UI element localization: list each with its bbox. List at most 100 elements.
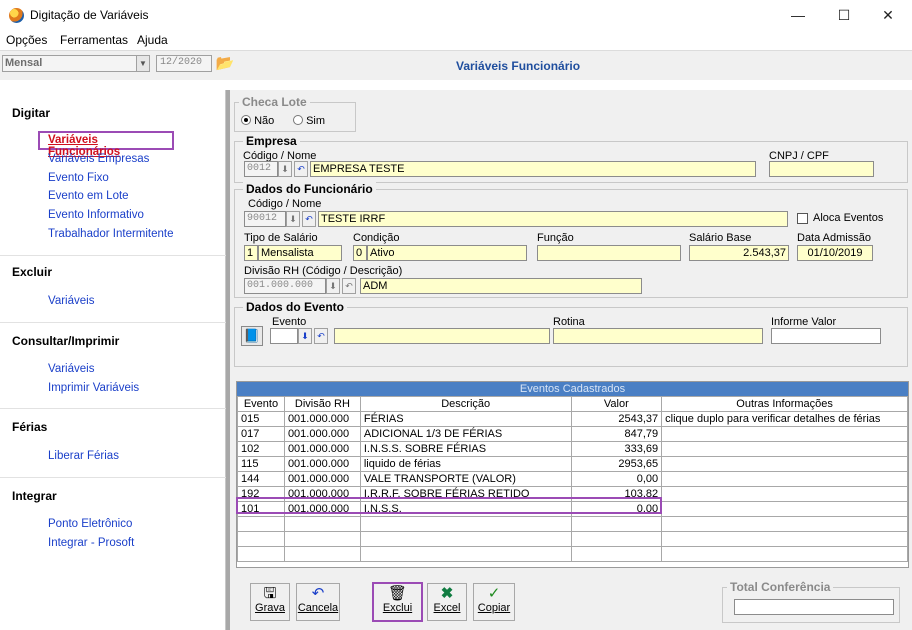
cell-valor: 333,69 bbox=[570, 441, 663, 457]
funcionario-codigo-input[interactable]: 90012 bbox=[244, 211, 286, 227]
radio-sim-indicator[interactable] bbox=[293, 115, 303, 125]
undo-icon[interactable]: ↶ bbox=[314, 328, 328, 344]
competencia-input[interactable]: 12/2020 bbox=[156, 55, 212, 72]
cell-divisao: 001.000.000 bbox=[283, 426, 361, 442]
grava-button[interactable]: 🖫 Grava bbox=[250, 583, 290, 621]
page-title: Variáveis Funcionário bbox=[456, 59, 581, 73]
menu-ferramentas[interactable]: Ferramentas bbox=[60, 33, 128, 47]
evento-input[interactable] bbox=[270, 328, 298, 344]
rotina-input[interactable] bbox=[553, 328, 763, 344]
data-admissao-input[interactable]: 01/10/2019 bbox=[797, 245, 873, 261]
table-row-empty[interactable] bbox=[237, 516, 908, 532]
divisao-rh-input[interactable]: ADM bbox=[360, 278, 642, 294]
table-row[interactable]: 015 001.000.000 FÉRIAS 2543,37 clique duplo … bbox=[237, 411, 908, 427]
close-button[interactable]: ✕ bbox=[866, 4, 910, 26]
sidebar-item-liberar-ferias[interactable]: Liberar Férias bbox=[48, 450, 119, 462]
download-icon[interactable]: ⬇ bbox=[298, 328, 312, 344]
undo-icon[interactable]: ↶ bbox=[302, 211, 316, 227]
sidebar-item-evento-fixo[interactable]: Evento Fixo bbox=[48, 172, 109, 184]
tipo-salario-label: Tipo de Salário bbox=[244, 232, 318, 244]
sidebar-item-trabalhador-intermitente[interactable]: Trabalhador Intermitente bbox=[48, 228, 174, 240]
undo-icon[interactable]: ↶ bbox=[294, 161, 308, 177]
tipo-salario-codigo[interactable]: 1 bbox=[244, 245, 258, 261]
undo-icon: ↶ bbox=[311, 585, 325, 602]
col-descricao[interactable]: Descrição bbox=[359, 396, 572, 412]
excel-icon: ✖ bbox=[440, 585, 454, 602]
funcionario-nome-input[interactable]: TESTE IRRF bbox=[318, 211, 788, 227]
radio-nao-indicator[interactable] bbox=[241, 115, 251, 125]
table-row[interactable]: 144 001.000.000 VALE TRANSPORTE (VALOR) 0,0… bbox=[237, 471, 908, 487]
cell-valor: 2953,65 bbox=[570, 456, 663, 472]
tipo-salario-input[interactable]: Mensalista bbox=[258, 245, 342, 261]
radio-nao-label: Não bbox=[254, 115, 275, 127]
col-evento[interactable]: Evento bbox=[237, 396, 285, 412]
sidebar-item-consultar-variaveis[interactable]: Variáveis bbox=[48, 363, 94, 375]
sidebar-item-evento-informativo[interactable]: Evento Informativo bbox=[48, 209, 144, 221]
empresa-nome-input[interactable]: EMPRESA TESTE bbox=[310, 161, 756, 177]
evento-descricao-input[interactable] bbox=[334, 328, 550, 344]
cell-outras bbox=[661, 471, 908, 487]
eventos-table: Evento Divisão RH Descrição Valor Outras… bbox=[237, 396, 908, 562]
empresa-codigo-input[interactable]: 0012 bbox=[244, 161, 278, 177]
cell-descricao: liquido de férias bbox=[359, 456, 572, 472]
table-row[interactable]: 017 001.000.000 ADICIONAL 1/3 DE FÉRIAS 847… bbox=[237, 426, 908, 442]
selected-row-highlight bbox=[236, 497, 662, 514]
aloca-eventos-checkbox[interactable] bbox=[797, 213, 808, 224]
minimize-button[interactable]: — bbox=[776, 4, 820, 26]
sidebar-item-imprimir-variaveis[interactable]: Imprimir Variáveis bbox=[48, 382, 139, 394]
radio-sim[interactable]: Sim bbox=[293, 115, 325, 127]
sidebar-item-evento-lote[interactable]: Evento em Lote bbox=[48, 190, 129, 202]
cell-divisao: 001.000.000 bbox=[283, 456, 361, 472]
aloca-eventos-label: Aloca Eventos bbox=[813, 212, 884, 224]
table-row-empty[interactable] bbox=[237, 546, 908, 562]
table-row[interactable]: 102 001.000.000 I.N.S.S. SOBRE FÉRIAS 333,6… bbox=[237, 441, 908, 457]
sidebar-divider bbox=[0, 477, 226, 478]
undo-icon[interactable]: ↶ bbox=[342, 278, 356, 294]
sidebar-item-excluir-variaveis[interactable]: Variáveis bbox=[48, 295, 94, 307]
download-icon[interactable]: ⬇ bbox=[326, 278, 340, 294]
cell-evento: 115 bbox=[237, 456, 285, 472]
cell-valor: 0,00 bbox=[570, 471, 663, 487]
download-icon[interactable]: ⬇ bbox=[278, 161, 292, 177]
cell-outras bbox=[661, 486, 908, 502]
grava-label: Grava bbox=[255, 602, 285, 614]
col-outras[interactable]: Outras Informações bbox=[661, 396, 908, 412]
divisao-rh-codigo[interactable]: 001.000.000 bbox=[244, 278, 326, 294]
total-conferencia-input[interactable] bbox=[734, 599, 894, 615]
table-row-empty[interactable] bbox=[237, 531, 908, 547]
cell-descricao: VALE TRANSPORTE (VALOR) bbox=[359, 471, 572, 487]
salario-base-input[interactable]: 2.543,37 bbox=[689, 245, 789, 261]
download-icon[interactable]: ⬇ bbox=[286, 211, 300, 227]
table-row[interactable]: 115 001.000.000 liquido de férias 2953,65 bbox=[237, 456, 908, 472]
sidebar-item-variaveis-funcionarios[interactable]: Variáveis Funcionários bbox=[38, 131, 174, 158]
open-folder-icon[interactable]: 📂 bbox=[215, 54, 235, 73]
radio-nao[interactable]: Não bbox=[241, 115, 274, 127]
salario-base-label: Salário Base bbox=[689, 232, 752, 244]
maximize-button[interactable]: ☐ bbox=[822, 4, 866, 26]
eventos-grid[interactable]: Eventos Cadastrados Evento Divisão RH De… bbox=[236, 381, 909, 568]
excel-button[interactable]: ✖ Excel bbox=[427, 583, 467, 621]
chevron-down-icon[interactable]: ▼ bbox=[136, 56, 149, 71]
col-valor[interactable]: Valor bbox=[570, 396, 663, 412]
radio-sim-label: Sim bbox=[306, 115, 326, 127]
period-type-select[interactable]: Mensal ▼ bbox=[2, 55, 150, 72]
condicao-codigo[interactable]: 0 bbox=[353, 245, 367, 261]
check-icon: ✓ bbox=[487, 585, 501, 602]
rotina-label: Rotina bbox=[553, 316, 585, 328]
period-type-value: Mensal bbox=[5, 57, 43, 69]
menu-opcoes[interactable]: Opções bbox=[6, 33, 47, 47]
col-divisao[interactable]: Divisão RH bbox=[283, 396, 361, 412]
condicao-input[interactable]: Ativo bbox=[367, 245, 527, 261]
menu-ajuda[interactable]: Ajuda bbox=[137, 33, 168, 47]
cnpj-input[interactable] bbox=[769, 161, 874, 177]
sidebar-item-ponto-eletronico[interactable]: Ponto Eletrônico bbox=[48, 518, 132, 530]
informe-valor-input[interactable] bbox=[771, 328, 881, 344]
exclui-button[interactable]: 🗑 Exclui bbox=[372, 582, 423, 622]
copiar-button[interactable]: ✓ Copiar bbox=[473, 583, 515, 621]
sidebar-item-variaveis-empresas[interactable]: Variáveis Empresas bbox=[48, 153, 149, 165]
book-icon[interactable]: 📘 bbox=[241, 326, 263, 346]
funcao-input[interactable] bbox=[537, 245, 681, 261]
sidebar-item-integrar-prosoft[interactable]: Integrar - Prosoft bbox=[48, 537, 134, 549]
cancela-button[interactable]: ↶ Cancela bbox=[296, 583, 340, 621]
cell-evento: 102 bbox=[237, 441, 285, 457]
